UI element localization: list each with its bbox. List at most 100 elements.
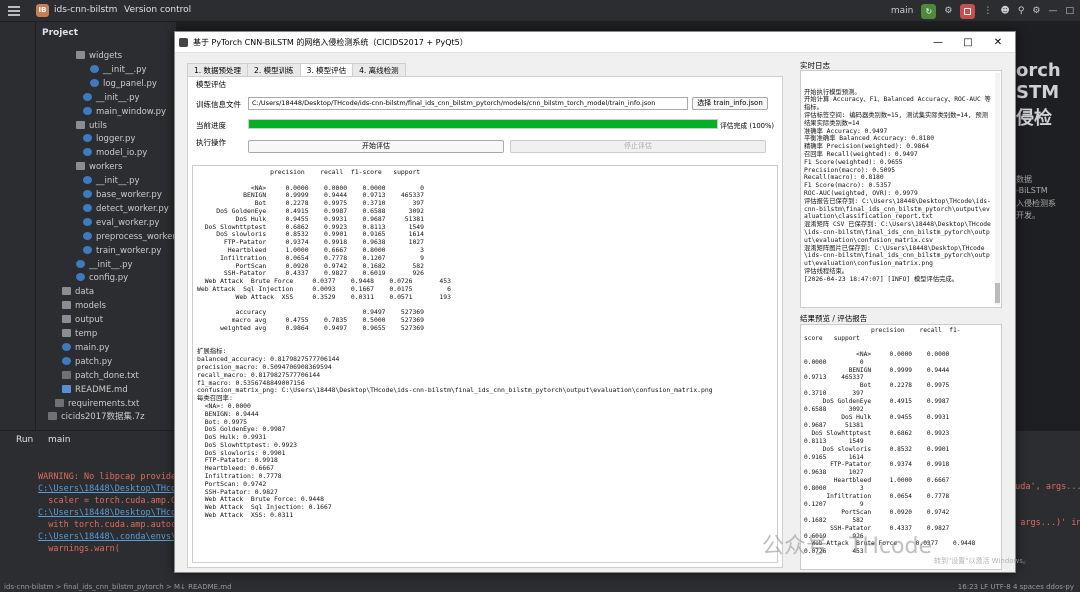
tree-item[interactable]: cicids2017数据集.7z [48, 410, 145, 424]
python-file-icon [76, 273, 85, 282]
tree-item[interactable]: model_io.py [83, 146, 147, 160]
tree-item-label: base_worker.py [96, 190, 162, 200]
eval-report-text[interactable]: precision recall f1-score support <NA> 0… [192, 165, 778, 563]
stop-eval-button[interactable]: 停止评估 [510, 140, 766, 153]
window-close-button[interactable]: ✕ [983, 32, 1013, 53]
tree-item[interactable]: detect_worker.py [83, 202, 169, 216]
actions-label: 执行操作 [196, 138, 226, 147]
start-eval-button[interactable]: 开始评估 [248, 140, 504, 153]
add-user-icon[interactable]: ☻ [1000, 6, 1009, 16]
tree-item[interactable]: utils [76, 119, 107, 133]
python-file-icon [83, 148, 92, 157]
tree-item[interactable]: temp [62, 327, 97, 341]
tree-item-label: __init__.py [96, 176, 140, 187]
tree-item[interactable]: patch.py [62, 355, 112, 369]
python-file-icon [83, 203, 92, 212]
tree-item[interactable]: requirements.txt [55, 397, 139, 411]
tree-item[interactable]: logger.py [83, 132, 135, 146]
ide-title-bar: IB ids-cnn-bilstm Version control main ↻… [0, 0, 1080, 22]
tree-item[interactable]: models [62, 299, 106, 313]
folder-icon [76, 51, 85, 59]
tree-item[interactable]: widgets [76, 49, 122, 63]
tree-item[interactable]: config.py [76, 271, 128, 285]
tree-item-label: logger.py [96, 134, 136, 145]
tree-item[interactable]: preprocess_worker.py [83, 230, 188, 244]
console-line: WARNING: No libpcap provider [38, 472, 182, 482]
tree-item[interactable]: workers [76, 160, 122, 174]
background-text-line: orch [1016, 60, 1061, 81]
more-icon[interactable]: ⋮ [983, 6, 992, 16]
tree-item[interactable]: __init__.py [76, 258, 133, 272]
window-minimize-button[interactable]: — [923, 32, 953, 53]
train-info-label: 训练信息文件 [196, 100, 241, 109]
main-menu-icon[interactable] [8, 6, 20, 16]
tree-item[interactable]: base_worker.py [83, 188, 162, 202]
console-line[interactable]: C:\Users\18448\.conda\envs\d [38, 531, 186, 543]
project-badge[interactable]: IB [36, 4, 49, 17]
tree-item-label: patch_done.txt [75, 370, 139, 381]
tree-item-label: utils [89, 120, 107, 131]
python-file-icon [83, 231, 92, 240]
run-panel-label[interactable]: Run [16, 435, 33, 445]
maximize-icon[interactable]: □ [1065, 6, 1074, 16]
tree-item[interactable]: __init__.py [83, 174, 140, 188]
folder-icon [62, 301, 71, 310]
branch-selector[interactable]: main [891, 6, 914, 16]
progress-text: 评估完成 (100%) [720, 122, 775, 130]
app-icon [179, 38, 188, 47]
minimize-icon[interactable]: — [1048, 6, 1057, 16]
tree-item-label: widgets [89, 51, 123, 61]
realtime-log[interactable]: 开始执行模型预测。 开始计算 Accuracy、F1、Balanced Accu… [800, 70, 1002, 308]
console-line[interactable]: C:\Users\18448\Desktop\THcode [38, 483, 186, 495]
settings-icon[interactable]: ⚙ [1032, 6, 1040, 16]
tree-item[interactable]: eval_worker.py [83, 216, 159, 230]
tree-item-label: temp [75, 329, 98, 339]
background-editor-text: orch STM 侵检 数据 -BiLSTM 入侵检测系 开发。 [1016, 60, 1080, 222]
tab-3[interactable]: 3. 模型评估 [299, 63, 354, 76]
search-icon[interactable]: ⚲ [1018, 6, 1025, 16]
tree-item[interactable]: main.py [62, 341, 109, 355]
tab-2[interactable]: 2. 模型训练 [247, 63, 301, 76]
choose-train-info-button[interactable]: 选择 train_info.json [692, 97, 768, 110]
file-icon [62, 370, 71, 379]
run-console-output: WARNING: No libpcap provider C:\Users\184… [38, 471, 186, 555]
app-window: 基于 PyTorch CNN-BiLSTM 的网络入侵检测系统（CICIDS20… [174, 31, 1016, 573]
status-info[interactable]: 16:23 LF UTF-8 4 spaces ddos-py [958, 582, 1074, 592]
debug-icon[interactable]: ⚙ [944, 6, 952, 16]
tree-item[interactable]: train_worker.py [83, 244, 161, 258]
tree-item-label: detect_worker.py [96, 203, 169, 214]
tree-item-label: main_window.py [96, 106, 167, 117]
tab-4[interactable]: 4. 离线检测 [352, 63, 406, 76]
python-file-icon [83, 217, 92, 226]
tree-item[interactable]: README.md [62, 383, 128, 397]
tree-item[interactable]: __init__.py [90, 63, 147, 77]
window-maximize-button[interactable]: □ [953, 32, 983, 53]
python-file-icon [83, 176, 92, 185]
tree-item-label: config.py [89, 273, 129, 284]
tree-item[interactable]: main_window.py [83, 105, 166, 119]
project-panel-title[interactable]: Project [36, 22, 176, 44]
tree-item-label: log_panel.py [103, 78, 157, 89]
run-tab-main[interactable]: main [48, 435, 71, 445]
background-text-line [1016, 150, 1080, 162]
tree-item[interactable]: __init__.py [83, 91, 140, 105]
progress-label: 当前进度 [196, 121, 226, 130]
project-name[interactable]: ids-cnn-bilstm [54, 5, 117, 15]
tab-1[interactable]: 1. 数据预处理 [187, 63, 249, 76]
log-scrollbar[interactable] [995, 73, 1000, 305]
version-control-menu[interactable]: Version control [124, 5, 191, 15]
rerun-icon[interactable]: ↻ [921, 3, 937, 19]
folder-icon [62, 315, 71, 324]
tree-item[interactable]: log_panel.py [90, 77, 157, 91]
stop-icon[interactable] [960, 3, 976, 19]
status-bar: ids-cnn-bilstm > final_ids_cnn_bilstm_py… [0, 582, 1080, 592]
tree-item[interactable]: data [62, 285, 94, 299]
train-info-path-input[interactable]: C:/Users/18448/Desktop/THcode/ids-cnn-bi… [248, 97, 688, 110]
status-breadcrumb[interactable]: ids-cnn-bilstm > final_ids_cnn_bilstm_py… [4, 583, 232, 591]
app-window-titlebar: 基于 PyTorch CNN-BiLSTM 的网络入侵检测系统（CICIDS20… [175, 32, 1015, 53]
tree-item-label: models [75, 301, 106, 312]
tree-item[interactable]: patch_done.txt [62, 369, 139, 383]
tree-item[interactable]: output [62, 313, 103, 327]
console-line[interactable]: C:\Users\18448\Desktop\THcode [38, 507, 186, 519]
python-file-icon [83, 245, 92, 254]
